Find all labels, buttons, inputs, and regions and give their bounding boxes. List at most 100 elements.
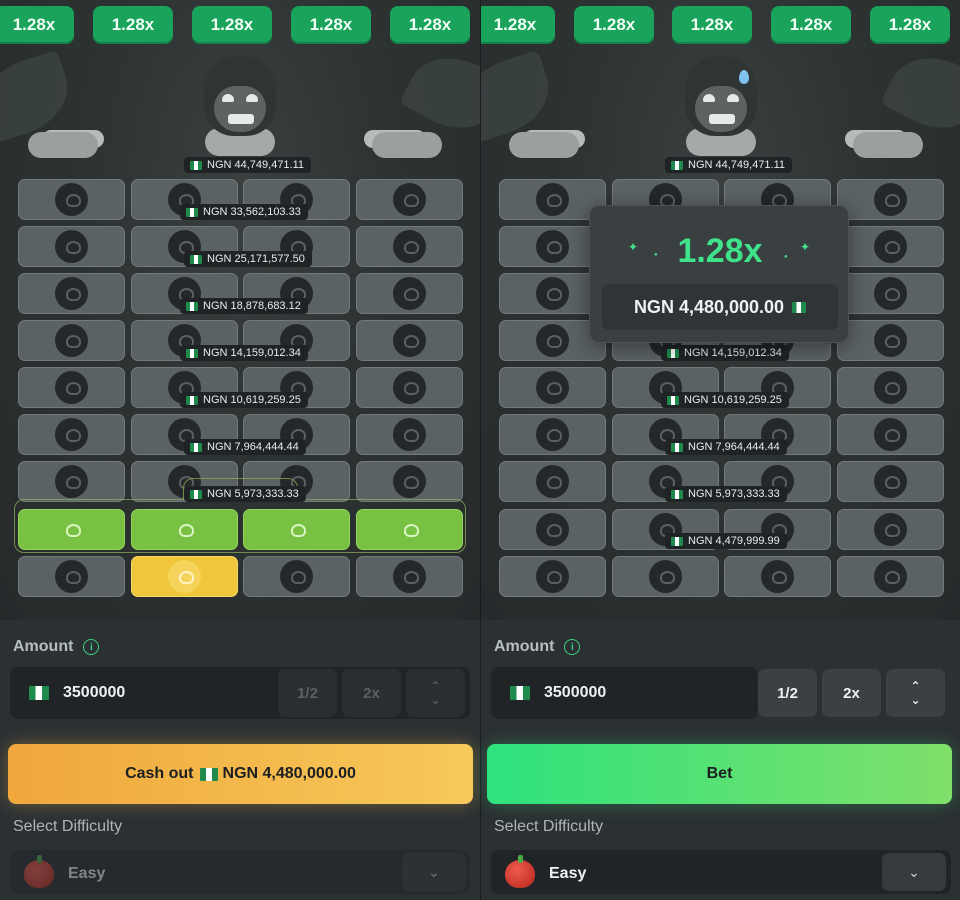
cash-out-label: Cash out [125, 765, 194, 782]
nigeria-flag-icon [190, 489, 202, 499]
grid-tile[interactable] [356, 367, 463, 408]
banana-icon [393, 465, 426, 498]
banana-icon [55, 371, 88, 404]
multiplier-pill: 1.28x [0, 6, 74, 44]
multiplier-pill: 1.28x [390, 6, 470, 44]
grid-tile[interactable] [837, 461, 944, 502]
grid-tile[interactable] [18, 414, 125, 455]
difficulty-value[interactable]: Easy [505, 855, 586, 888]
grid-tile[interactable] [18, 273, 125, 314]
amount-label-text: Amount [13, 638, 74, 655]
grid-tile[interactable] [499, 367, 606, 408]
grid-tile[interactable] [18, 367, 125, 408]
grid-tile[interactable] [356, 226, 463, 267]
banana-icon [761, 560, 794, 593]
banana-icon [536, 183, 569, 216]
rock-decoration [853, 132, 923, 158]
row-payout-label: NGN 5,973,333.33 [184, 486, 306, 502]
gorilla-mascot-icon [681, 56, 761, 138]
info-icon[interactable]: i [83, 639, 100, 655]
chevron-up-icon[interactable]: ⌃ [430, 679, 440, 693]
row-payout-label: NGN 10,619,259.25 [661, 392, 789, 408]
banana-icon [874, 230, 907, 263]
half-button[interactable]: 1/2 [278, 669, 337, 717]
grid-tile[interactable] [356, 179, 463, 220]
nigeria-flag-icon [186, 395, 198, 405]
chevron-down-icon[interactable]: ⌄ [882, 853, 946, 891]
banana-icon [55, 465, 88, 498]
grid-tile[interactable] [18, 226, 125, 267]
chevron-up-icon[interactable]: ⌃ [910, 679, 920, 693]
grid-tile[interactable] [356, 414, 463, 455]
amount-stepper[interactable]: ⌃ ⌄ [886, 669, 945, 717]
grid-tile[interactable] [837, 273, 944, 314]
banana-icon [393, 324, 426, 357]
grid-tile[interactable] [837, 414, 944, 455]
grid-tile[interactable] [18, 461, 125, 502]
banana-icon [393, 371, 426, 404]
row-payout-label: NGN 5,973,333.33 [665, 486, 787, 502]
grid-tile[interactable] [837, 179, 944, 220]
multiplier-pill: 1.28x [574, 6, 654, 44]
banana-icon [393, 277, 426, 310]
amount-input[interactable]: 3500000 [29, 681, 125, 705]
grid-tile[interactable] [356, 461, 463, 502]
grid-tile[interactable] [837, 556, 944, 597]
amount-input[interactable]: 3500000 [510, 681, 606, 705]
banana-icon [55, 324, 88, 357]
banana-icon [536, 230, 569, 263]
grid-tile[interactable] [243, 556, 350, 597]
banana-icon [536, 371, 569, 404]
grid-tile[interactable] [837, 509, 944, 550]
cash-out-button[interactable]: Cash out NGN 4,480,000.00 [8, 744, 473, 804]
row-payout-label: NGN 4,479,999.99 [665, 533, 787, 549]
grid-tile[interactable] [356, 320, 463, 361]
grid-tile[interactable] [18, 179, 125, 220]
amount-stepper[interactable]: ⌃ ⌄ [406, 669, 465, 717]
row-payout-label: NGN 14,159,012.34 [180, 345, 308, 361]
info-icon[interactable]: i [564, 639, 581, 655]
grid-tile[interactable] [837, 367, 944, 408]
leaf-decoration [398, 40, 480, 146]
gorilla-mascot-icon [200, 56, 280, 138]
row-payout-label: NGN 7,964,444.44 [665, 439, 787, 455]
grid-tile[interactable] [499, 461, 606, 502]
banana-icon [874, 277, 907, 310]
sweat-drop-icon [739, 70, 749, 84]
grid-tile[interactable] [837, 320, 944, 361]
banana-icon [536, 513, 569, 546]
grid-tile[interactable] [724, 556, 831, 597]
grid-tile[interactable] [356, 273, 463, 314]
nigeria-flag-icon [186, 207, 198, 217]
row-payout-label: NGN 18,878,683.12 [180, 298, 308, 314]
grid-tile[interactable] [499, 556, 606, 597]
multiplier-pill: 1.28x [192, 6, 272, 44]
grid-tile[interactable] [18, 320, 125, 361]
grid-tile[interactable] [837, 226, 944, 267]
bet-button[interactable]: Bet [487, 744, 952, 804]
chevron-down-icon[interactable]: ⌄ [430, 693, 440, 707]
chevron-down-icon[interactable]: ⌄ [402, 853, 466, 891]
grid-tile[interactable] [356, 556, 463, 597]
banana-icon [536, 560, 569, 593]
difficulty-value[interactable]: Easy [24, 855, 105, 888]
banana-icon [55, 277, 88, 310]
left-game-panel: 1.28x 1.28x 1.28x 1.28x 1.28x NGN 44,749… [0, 0, 480, 900]
grid-tile[interactable] [499, 509, 606, 550]
banana-icon [393, 560, 426, 593]
rock-decoration [28, 132, 98, 158]
banana-icon [280, 560, 313, 593]
banana-icon [536, 418, 569, 451]
nigeria-flag-icon [190, 160, 202, 170]
grid-tile[interactable] [18, 556, 125, 597]
double-button[interactable]: 2x [342, 669, 401, 717]
double-button[interactable]: 2x [822, 669, 881, 717]
grid-tile[interactable] [612, 556, 719, 597]
grid-tile[interactable] [499, 414, 606, 455]
win-amount: NGN 4,480,000.00 [602, 284, 838, 330]
chevron-down-icon[interactable]: ⌄ [910, 693, 920, 707]
grid-tile[interactable] [131, 556, 238, 597]
banana-icon [874, 324, 907, 357]
half-button[interactable]: 1/2 [758, 669, 817, 717]
row-payout-label: NGN 25,171,577.50 [184, 251, 312, 267]
